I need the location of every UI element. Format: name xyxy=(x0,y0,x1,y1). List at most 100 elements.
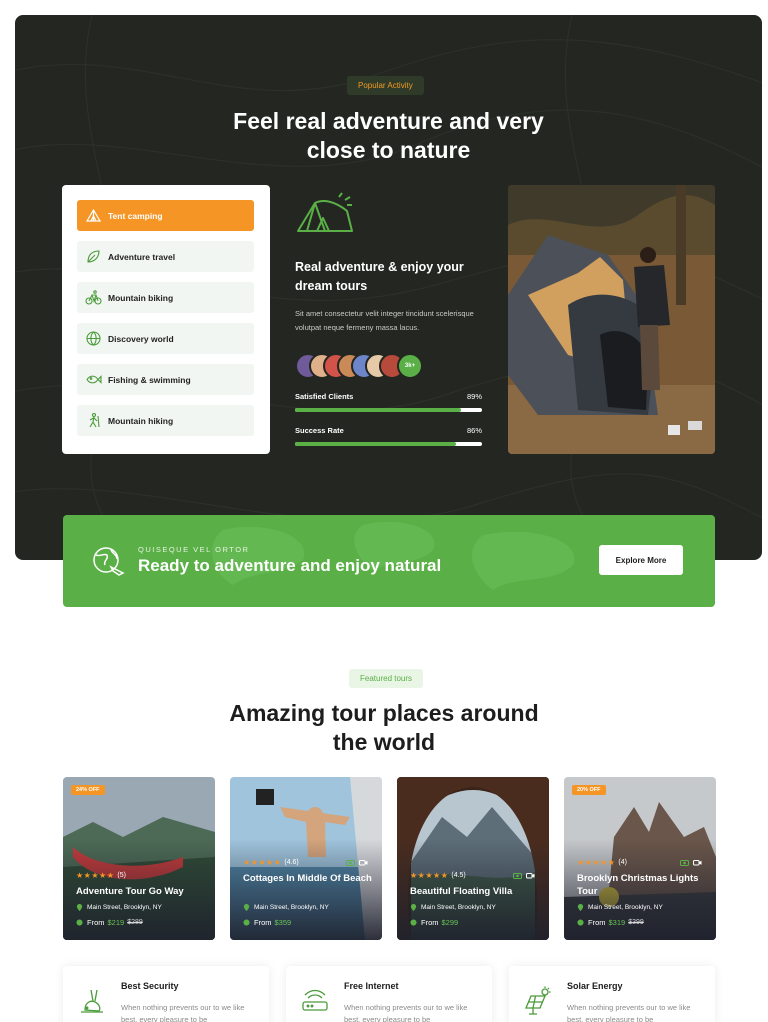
globe-plane-icon xyxy=(93,547,125,576)
price-current: $319 xyxy=(608,918,626,927)
tent-outline-icon xyxy=(297,192,353,232)
activity-item-adventure-travel[interactable]: Adventure travel xyxy=(77,241,254,272)
solar-panel-icon xyxy=(525,986,551,1015)
video-icon[interactable] xyxy=(693,859,702,866)
fish-icon xyxy=(85,371,102,388)
location-pin-icon xyxy=(410,904,417,911)
location-text: Main Street, Brooklyn, NY xyxy=(588,904,663,911)
activity-label: Discovery world xyxy=(108,333,174,344)
tour-title[interactable]: Beautiful Floating Villa xyxy=(410,885,542,898)
hero-section: Popular Activity Feel real adventure and… xyxy=(15,15,762,560)
price-old: $399 xyxy=(628,919,644,926)
avatar-count-badge: 3k+ xyxy=(397,353,423,379)
tour-title[interactable]: Brooklyn Christmas Lights Tour xyxy=(577,872,709,898)
rating-count: (4.6) xyxy=(284,859,299,866)
hero-title-line-1: Feel real adventure and very xyxy=(233,108,544,134)
tour-location: Main Street, Brooklyn, NY xyxy=(410,904,496,911)
price-from-label: From xyxy=(254,918,272,927)
feature-card-solar: Solar Energy When nothing prevents our t… xyxy=(509,966,715,1022)
activity-item-mountain-biking[interactable]: Mountain biking xyxy=(77,282,254,313)
stat-label-satisfied-clients: Satisfied Clients xyxy=(295,392,354,401)
price-tag-icon xyxy=(410,919,417,926)
media-icons xyxy=(346,859,368,866)
featured-title-line-2: the world xyxy=(332,729,436,755)
featured-tours-pill: Featured tours xyxy=(349,669,424,688)
featured-title: Amazing tour places around the world xyxy=(0,699,768,757)
explore-more-button[interactable]: Explore More xyxy=(599,545,683,575)
video-icon[interactable] xyxy=(359,859,368,866)
price-from-label: From xyxy=(87,918,105,927)
stat-value-satisfied-clients: 89% xyxy=(466,392,482,401)
price-old: $289 xyxy=(127,919,143,926)
tour-title[interactable]: Adventure Tour Go Way xyxy=(76,885,208,898)
price-tag-icon xyxy=(577,919,584,926)
client-avatars: 3k+ xyxy=(295,353,435,379)
star-rating-icon: ★★★★★ xyxy=(577,858,616,867)
tour-rating: ★★★★★ (4) xyxy=(577,858,627,867)
tour-card[interactable]: ★★★★★ (4.6) Cottages In Middle Of Beach … xyxy=(230,777,382,940)
location-text: Main Street, Brooklyn, NY xyxy=(421,904,496,911)
detail-title: Real adventure & enjoy your dream tours xyxy=(295,260,464,293)
price-current: $359 xyxy=(274,918,292,927)
price-tag-icon xyxy=(76,919,83,926)
tour-price: From $219 $289 xyxy=(76,918,143,927)
activity-item-tent-camping[interactable]: Tent camping xyxy=(77,200,254,231)
rating-count: (5) xyxy=(117,872,126,879)
rabbit-icon xyxy=(81,989,103,1013)
feature-text: When nothing prevents our to we like bes… xyxy=(567,1003,691,1022)
activity-item-mountain-hiking[interactable]: Mountain hiking xyxy=(77,405,254,436)
featured-title-line-1: Amazing tour places around xyxy=(229,700,539,726)
cta-title: Ready to adventure and enjoy natural xyxy=(138,556,442,575)
camera-icon[interactable] xyxy=(680,859,689,866)
hero-title-line-2: close to nature xyxy=(306,137,471,163)
video-icon[interactable] xyxy=(526,872,535,879)
activity-item-fishing-swimming[interactable]: Fishing & swimming xyxy=(77,364,254,395)
cta-banner: QUISEQUE VEL ORTOR Ready to adventure an… xyxy=(63,515,715,607)
activity-label: Fishing & swimming xyxy=(108,374,191,385)
progress-fill xyxy=(295,408,462,412)
star-rating-icon: ★★★★★ xyxy=(410,871,449,880)
router-icon xyxy=(302,989,328,1011)
globe-icon xyxy=(85,330,102,347)
feature-text: When nothing prevents our to we like bes… xyxy=(121,1003,245,1022)
activity-label: Tent camping xyxy=(108,210,163,221)
progress-fill xyxy=(295,442,456,446)
camping-photo xyxy=(508,185,715,454)
feature-card-internet: Free Internet When nothing prevents our … xyxy=(286,966,492,1022)
price-from-label: From xyxy=(588,918,606,927)
star-rating-icon: ★★★★★ xyxy=(243,858,282,867)
activity-menu: Tent camping Adventure travel Mountain b… xyxy=(62,185,270,454)
tour-price: From $359 xyxy=(243,918,294,927)
bike-icon xyxy=(85,289,102,306)
leaf-icon xyxy=(85,248,102,265)
tour-card[interactable]: 24% OFF ★★★★★ (5) Adventure Tour Go Way … xyxy=(63,777,215,940)
activity-label: Mountain hiking xyxy=(108,415,174,426)
activity-item-discovery-world[interactable]: Discovery world xyxy=(77,323,254,354)
tour-card[interactable]: 20% OFF ★★★★★ (4) Brooklyn Christmas Lig… xyxy=(564,777,716,940)
cta-kicker: QUISEQUE VEL ORTOR xyxy=(138,545,250,554)
hiker-icon xyxy=(85,412,102,429)
tour-rating: ★★★★★ (4.5) xyxy=(410,871,466,880)
location-pin-icon xyxy=(76,904,83,911)
camera-icon[interactable] xyxy=(513,872,522,879)
tent-icon xyxy=(85,207,102,224)
feature-title: Best Security xyxy=(121,981,179,991)
discount-badge: 20% OFF xyxy=(572,785,606,795)
tour-overlay xyxy=(397,777,549,940)
progress-bar-success-rate xyxy=(295,442,482,446)
stat-label-success-rate: Success Rate xyxy=(295,426,344,435)
rating-count: (4.5) xyxy=(451,872,466,879)
tour-card[interactable]: ★★★★★ (4.5) Beautiful Floating Villa Mai… xyxy=(397,777,549,940)
detail-text: Sit amet consectetur velit integer tinci… xyxy=(295,309,474,332)
progress-bar-satisfied-clients xyxy=(295,408,482,412)
activity-label: Mountain biking xyxy=(108,292,174,303)
price-current: $219 xyxy=(107,918,125,927)
feature-text: When nothing prevents our to we like bes… xyxy=(344,1003,468,1022)
media-icons xyxy=(680,859,702,866)
tour-price: From $319 $399 xyxy=(577,918,644,927)
tour-title[interactable]: Cottages In Middle Of Beach xyxy=(243,872,375,885)
camera-icon[interactable] xyxy=(346,859,355,866)
tour-rating: ★★★★★ (4.6) xyxy=(243,858,299,867)
rating-count: (4) xyxy=(618,859,627,866)
location-text: Main Street, Brooklyn, NY xyxy=(87,904,162,911)
